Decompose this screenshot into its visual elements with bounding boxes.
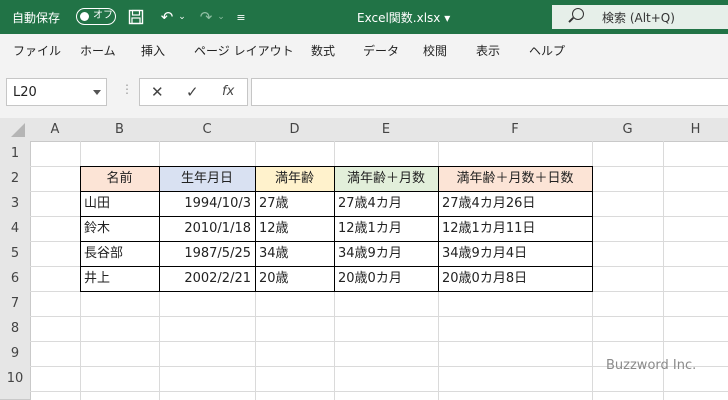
cancel-icon[interactable]: ✕ xyxy=(151,83,164,101)
autosave-label: 自動保存 xyxy=(12,11,61,25)
tab-help[interactable]: ヘルプ xyxy=(529,42,565,59)
row-header-5[interactable]: 5 xyxy=(0,241,31,267)
formula-input[interactable] xyxy=(251,78,728,106)
name-box-value: L20 xyxy=(13,85,37,100)
formula-bar: L20 ⋮ ✕ ✓ fx xyxy=(0,66,728,118)
worksheet: A B C D E F G H 1 2 3 4 5 6 7 8 9 10 名前 … xyxy=(0,118,728,400)
column-header-f[interactable]: F xyxy=(438,118,593,142)
chevron-down-icon[interactable] xyxy=(93,90,101,95)
formula-buttons: ✕ ✓ fx xyxy=(139,78,248,106)
tab-view[interactable]: 表示 xyxy=(476,42,500,59)
row-header-1[interactable]: 1 xyxy=(0,141,31,167)
save-icon[interactable] xyxy=(126,7,146,27)
table-border xyxy=(255,166,256,292)
search-box[interactable]: 検索 (Alt+Q) xyxy=(552,5,728,29)
ribbon-tabs: ファイル ホーム 挿入 ページ レイアウト 数式 データ 校閲 表示 ヘルプ xyxy=(0,34,728,66)
table-border xyxy=(80,241,593,242)
cell-age[interactable]: 20歳 xyxy=(255,266,334,291)
table-border xyxy=(159,166,160,292)
redo-icon: ↷ xyxy=(199,8,213,26)
tab-insert[interactable]: 挿入 xyxy=(141,42,165,59)
search-icon xyxy=(572,8,584,20)
cell-age-months-days[interactable]: 20歳0カ月8日 xyxy=(438,266,592,291)
row-header-6[interactable]: 6 xyxy=(0,266,31,292)
column-header-a[interactable]: A xyxy=(30,118,81,142)
row-header-8[interactable]: 8 xyxy=(0,316,31,342)
table-border xyxy=(80,291,593,292)
table-border xyxy=(80,266,593,267)
cell-birthdate[interactable]: 1994/10/3 xyxy=(159,191,255,216)
row-header-11[interactable] xyxy=(0,391,31,400)
header-cell-age-months-days[interactable]: 満年齢＋月数＋日数 xyxy=(438,166,592,191)
redo-dropdown-icon: ⌄ xyxy=(217,12,225,22)
cell-name[interactable]: 長谷部 xyxy=(80,241,159,266)
customize-toolbar-icon[interactable]: ≡ xyxy=(234,7,248,27)
row-header-7[interactable]: 7 xyxy=(0,291,31,317)
autosave-state: オフ xyxy=(93,10,113,21)
cell-age[interactable]: 34歳 xyxy=(255,241,334,266)
cell-name[interactable]: 鈴木 xyxy=(80,216,159,241)
more-options-icon[interactable]: ⋮ xyxy=(121,82,133,96)
table-border xyxy=(334,166,335,292)
cell-birthdate[interactable]: 2010/1/18 xyxy=(159,216,255,241)
cell-birthdate[interactable]: 1987/5/25 xyxy=(159,241,255,266)
row-header-3[interactable]: 3 xyxy=(0,191,31,217)
tab-data[interactable]: データ xyxy=(363,42,399,59)
cell-age-months-days[interactable]: 27歳4カ月26日 xyxy=(438,191,592,216)
gridline xyxy=(30,391,728,392)
confirm-icon[interactable]: ✓ xyxy=(186,83,199,101)
header-cell-age-months[interactable]: 満年齢＋月数 xyxy=(334,166,438,191)
cell-name[interactable]: 井上 xyxy=(80,266,159,291)
row-header-10[interactable]: 10 xyxy=(0,366,31,392)
file-name[interactable]: Excel関数.xlsx ▾ xyxy=(357,9,450,26)
table-border xyxy=(80,166,81,292)
cell-age-months[interactable]: 20歳0カ月 xyxy=(334,266,438,291)
search-label: 検索 (Alt+Q) xyxy=(602,11,675,25)
cell-age-months[interactable]: 12歳1カ月 xyxy=(334,216,438,241)
cell-name[interactable]: 山田 xyxy=(80,191,159,216)
tab-page-layout[interactable]: ページ レイアウト xyxy=(194,42,294,59)
cell-age-months-days[interactable]: 34歳9カ月4日 xyxy=(438,241,592,266)
cell-age-months-days[interactable]: 12歳1カ月11日 xyxy=(438,216,592,241)
row-header-2[interactable]: 2 xyxy=(0,166,31,192)
cell-age[interactable]: 12歳 xyxy=(255,216,334,241)
title-bar: 自動保存 オフ ↶ ⌄ ↷ ⌄ ≡ Excel関数.xlsx ▾ 検索 (Alt… xyxy=(0,0,728,34)
row-header-9[interactable]: 9 xyxy=(0,341,31,367)
column-header-g[interactable]: G xyxy=(592,118,664,142)
header-cell-birthdate[interactable]: 生年月日 xyxy=(159,166,255,191)
select-all-corner[interactable] xyxy=(0,118,31,142)
table-border xyxy=(592,166,593,292)
cell-age[interactable]: 27歳 xyxy=(255,191,334,216)
name-box[interactable]: L20 xyxy=(6,78,107,106)
undo-dropdown-icon[interactable]: ⌄ xyxy=(177,7,187,27)
cell-age-months[interactable]: 34歳9カ月 xyxy=(334,241,438,266)
cell-birthdate[interactable]: 2002/2/21 xyxy=(159,266,255,291)
column-header-e[interactable]: E xyxy=(334,118,439,142)
autosave-toggle[interactable]: オフ xyxy=(76,8,116,25)
undo-icon[interactable]: ↶ xyxy=(157,7,177,27)
column-header-h[interactable]: H xyxy=(663,118,728,142)
table-border xyxy=(438,166,439,292)
column-header-d[interactable]: D xyxy=(255,118,335,142)
table-border xyxy=(80,216,593,217)
watermark: Buzzword Inc. xyxy=(606,358,697,373)
tab-formulas[interactable]: 数式 xyxy=(311,42,335,59)
cell-age-months[interactable]: 27歳4カ月 xyxy=(334,191,438,216)
row-header-4[interactable]: 4 xyxy=(0,216,31,242)
column-header-b[interactable]: B xyxy=(80,118,160,142)
table-border xyxy=(80,191,593,192)
toggle-knob xyxy=(80,11,89,21)
gridline xyxy=(30,341,728,342)
column-header-c[interactable]: C xyxy=(159,118,256,142)
tab-home[interactable]: ホーム xyxy=(80,42,116,59)
corner-triangle-icon xyxy=(11,123,25,137)
header-cell-name[interactable]: 名前 xyxy=(80,166,159,191)
insert-function-icon[interactable]: fx xyxy=(222,84,234,99)
tab-review[interactable]: 校閲 xyxy=(423,42,447,59)
header-cell-age[interactable]: 満年齢 xyxy=(255,166,334,191)
gridline xyxy=(30,316,728,317)
table-border xyxy=(80,166,593,167)
tab-file[interactable]: ファイル xyxy=(13,42,61,59)
